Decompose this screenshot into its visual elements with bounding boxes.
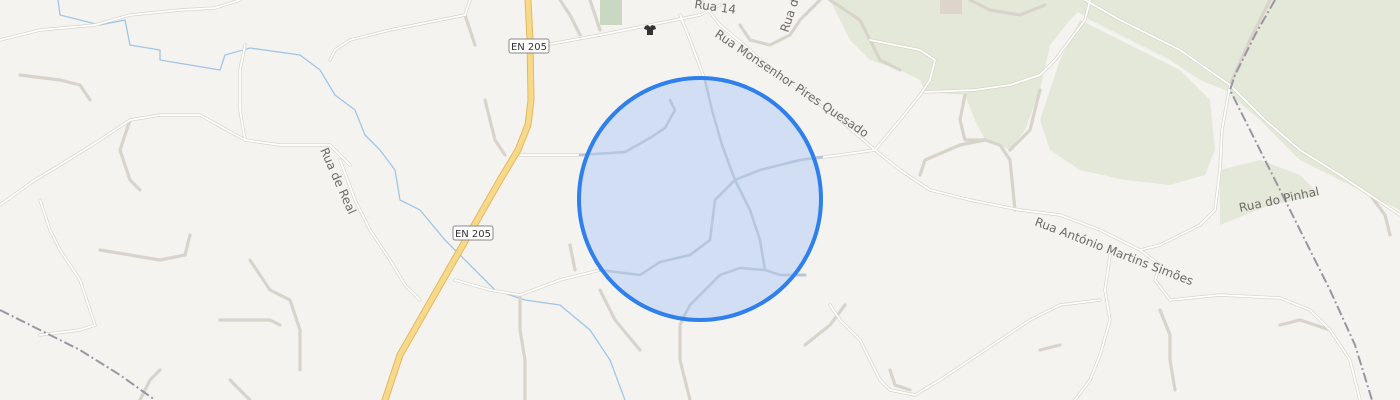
road-shield-en205-top: EN 205: [508, 38, 550, 54]
map-canvas[interactable]: EN 205 EN 205 Rua 14 Rua d Rua Monsenhor…: [0, 0, 1400, 400]
shield-text: EN 205: [511, 42, 547, 53]
map-view[interactable]: EN 205 EN 205 Rua 14 Rua d Rua Monsenhor…: [0, 0, 1400, 400]
road-shield-en205-middle: EN 205: [452, 225, 494, 241]
shield-text: EN 205: [455, 229, 491, 240]
